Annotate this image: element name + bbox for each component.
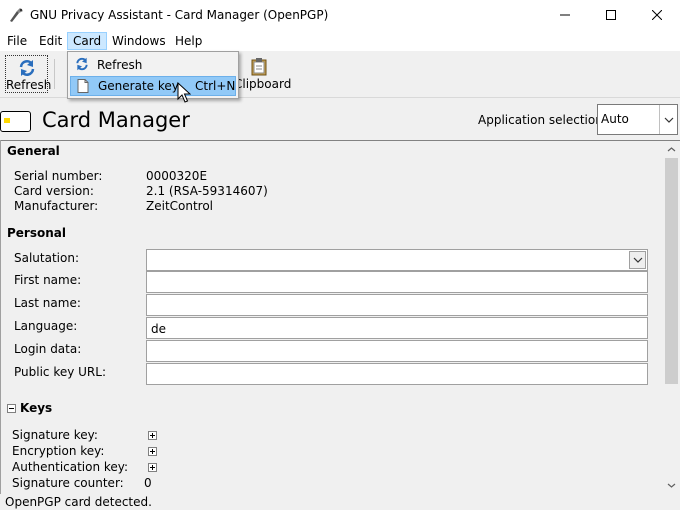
scroll-thumb[interactable]: [665, 158, 678, 384]
chevron-down-icon: [667, 483, 676, 488]
mouse-cursor-icon: [177, 82, 191, 103]
clipboard-icon: [251, 58, 267, 76]
signature-counter-label: Signature counter:: [12, 476, 124, 490]
language-label: Language:: [14, 319, 78, 333]
chevron-up-icon: [667, 147, 676, 152]
card-version-label: Card version:: [14, 184, 94, 198]
personal-heading: Personal: [7, 226, 66, 240]
status-text: OpenPGP card detected.: [5, 495, 152, 509]
scroll-down-button[interactable]: [663, 477, 680, 494]
refresh-button[interactable]: Refresh: [5, 55, 52, 93]
chevron-down-icon[interactable]: [659, 105, 677, 134]
app-selection-dropdown[interactable]: Auto: [597, 104, 678, 135]
signature-key-label: Signature key:: [12, 428, 98, 442]
card-menu-dropdown: Refresh Generate key Ctrl+N: [67, 51, 239, 99]
expand-encryption-key-icon[interactable]: [148, 447, 157, 456]
card-menu-refresh-label: Refresh: [97, 58, 143, 72]
encryption-key-label: Encryption key:: [12, 444, 105, 458]
scroll-up-button[interactable]: [663, 141, 680, 158]
keys-heading: Keys: [20, 401, 53, 415]
toolbar-separator: [54, 59, 55, 89]
card-version-value: 2.1 (RSA-59314607): [146, 184, 268, 198]
refresh-label: Refresh: [6, 78, 52, 92]
menu-bar: File Edit Card Windows Help: [0, 30, 680, 51]
expand-authentication-key-icon[interactable]: [148, 463, 157, 472]
last-name-label: Last name:: [14, 296, 81, 310]
menu-windows[interactable]: Windows: [107, 32, 171, 50]
salutation-label: Salutation:: [14, 251, 79, 265]
public-key-url-field[interactable]: [146, 363, 648, 385]
public-key-url-label: Public key URL:: [14, 365, 106, 379]
menu-help[interactable]: Help: [170, 32, 207, 50]
card-menu-refresh[interactable]: Refresh: [70, 55, 236, 75]
menu-file[interactable]: File: [2, 32, 32, 50]
minimize-button[interactable]: [542, 0, 588, 30]
menu-card[interactable]: Card: [67, 32, 108, 50]
serial-number-value: 0000320E: [146, 169, 208, 183]
clipboard-label: Clipboard: [234, 77, 292, 91]
minimize-icon: [560, 14, 570, 16]
manufacturer-value: ZeitControl: [146, 199, 214, 213]
card-menu-generate-key[interactable]: Generate key Ctrl+N: [70, 76, 236, 96]
maximize-icon: [606, 10, 616, 20]
login-data-label: Login data:: [14, 342, 82, 356]
salutation-dropdown[interactable]: [146, 249, 648, 271]
manufacturer-label: Manufacturer:: [14, 199, 99, 213]
card-menu-generate-key-label: Generate key: [98, 79, 179, 93]
panel-border: [0, 140, 1, 494]
window-title: GNU Privacy Assistant - Card Manager (Op…: [30, 8, 329, 22]
page-title: Card Manager: [42, 108, 190, 132]
expand-signature-key-icon[interactable]: [148, 431, 157, 440]
collapse-keys-icon[interactable]: [7, 404, 16, 413]
status-bar: OpenPGP card detected.: [0, 494, 680, 510]
signature-counter-value: 0: [144, 476, 152, 490]
card-menu-generate-key-shortcut: Ctrl+N: [195, 79, 236, 93]
clipboard-button[interactable]: Clipboard: [234, 55, 294, 93]
chevron-down-icon[interactable]: [629, 251, 646, 269]
language-value: de: [151, 322, 166, 336]
app-selection-value: Auto: [601, 112, 629, 126]
smartcard-icon: [0, 111, 31, 132]
close-button[interactable]: [634, 0, 680, 30]
card-chip: [4, 118, 10, 123]
first-name-field[interactable]: [146, 271, 648, 293]
app-selection-label: Application selection:: [478, 113, 607, 127]
general-heading: General: [7, 144, 60, 158]
close-icon: [652, 10, 662, 20]
title-bar: GNU Privacy Assistant - Card Manager (Op…: [0, 0, 680, 30]
language-field[interactable]: de: [146, 317, 648, 339]
new-document-icon: [77, 79, 89, 93]
serial-number-label: Serial number:: [14, 169, 103, 183]
gpa-app-icon: [10, 8, 23, 22]
authentication-key-label: Authentication key:: [12, 460, 129, 474]
login-data-field[interactable]: [146, 340, 648, 362]
refresh-icon: [19, 60, 35, 76]
menu-edit[interactable]: Edit: [34, 32, 67, 50]
refresh-icon: [76, 57, 88, 71]
first-name-label: First name:: [14, 273, 82, 287]
last-name-field[interactable]: [146, 294, 648, 316]
maximize-button[interactable]: [588, 0, 634, 30]
